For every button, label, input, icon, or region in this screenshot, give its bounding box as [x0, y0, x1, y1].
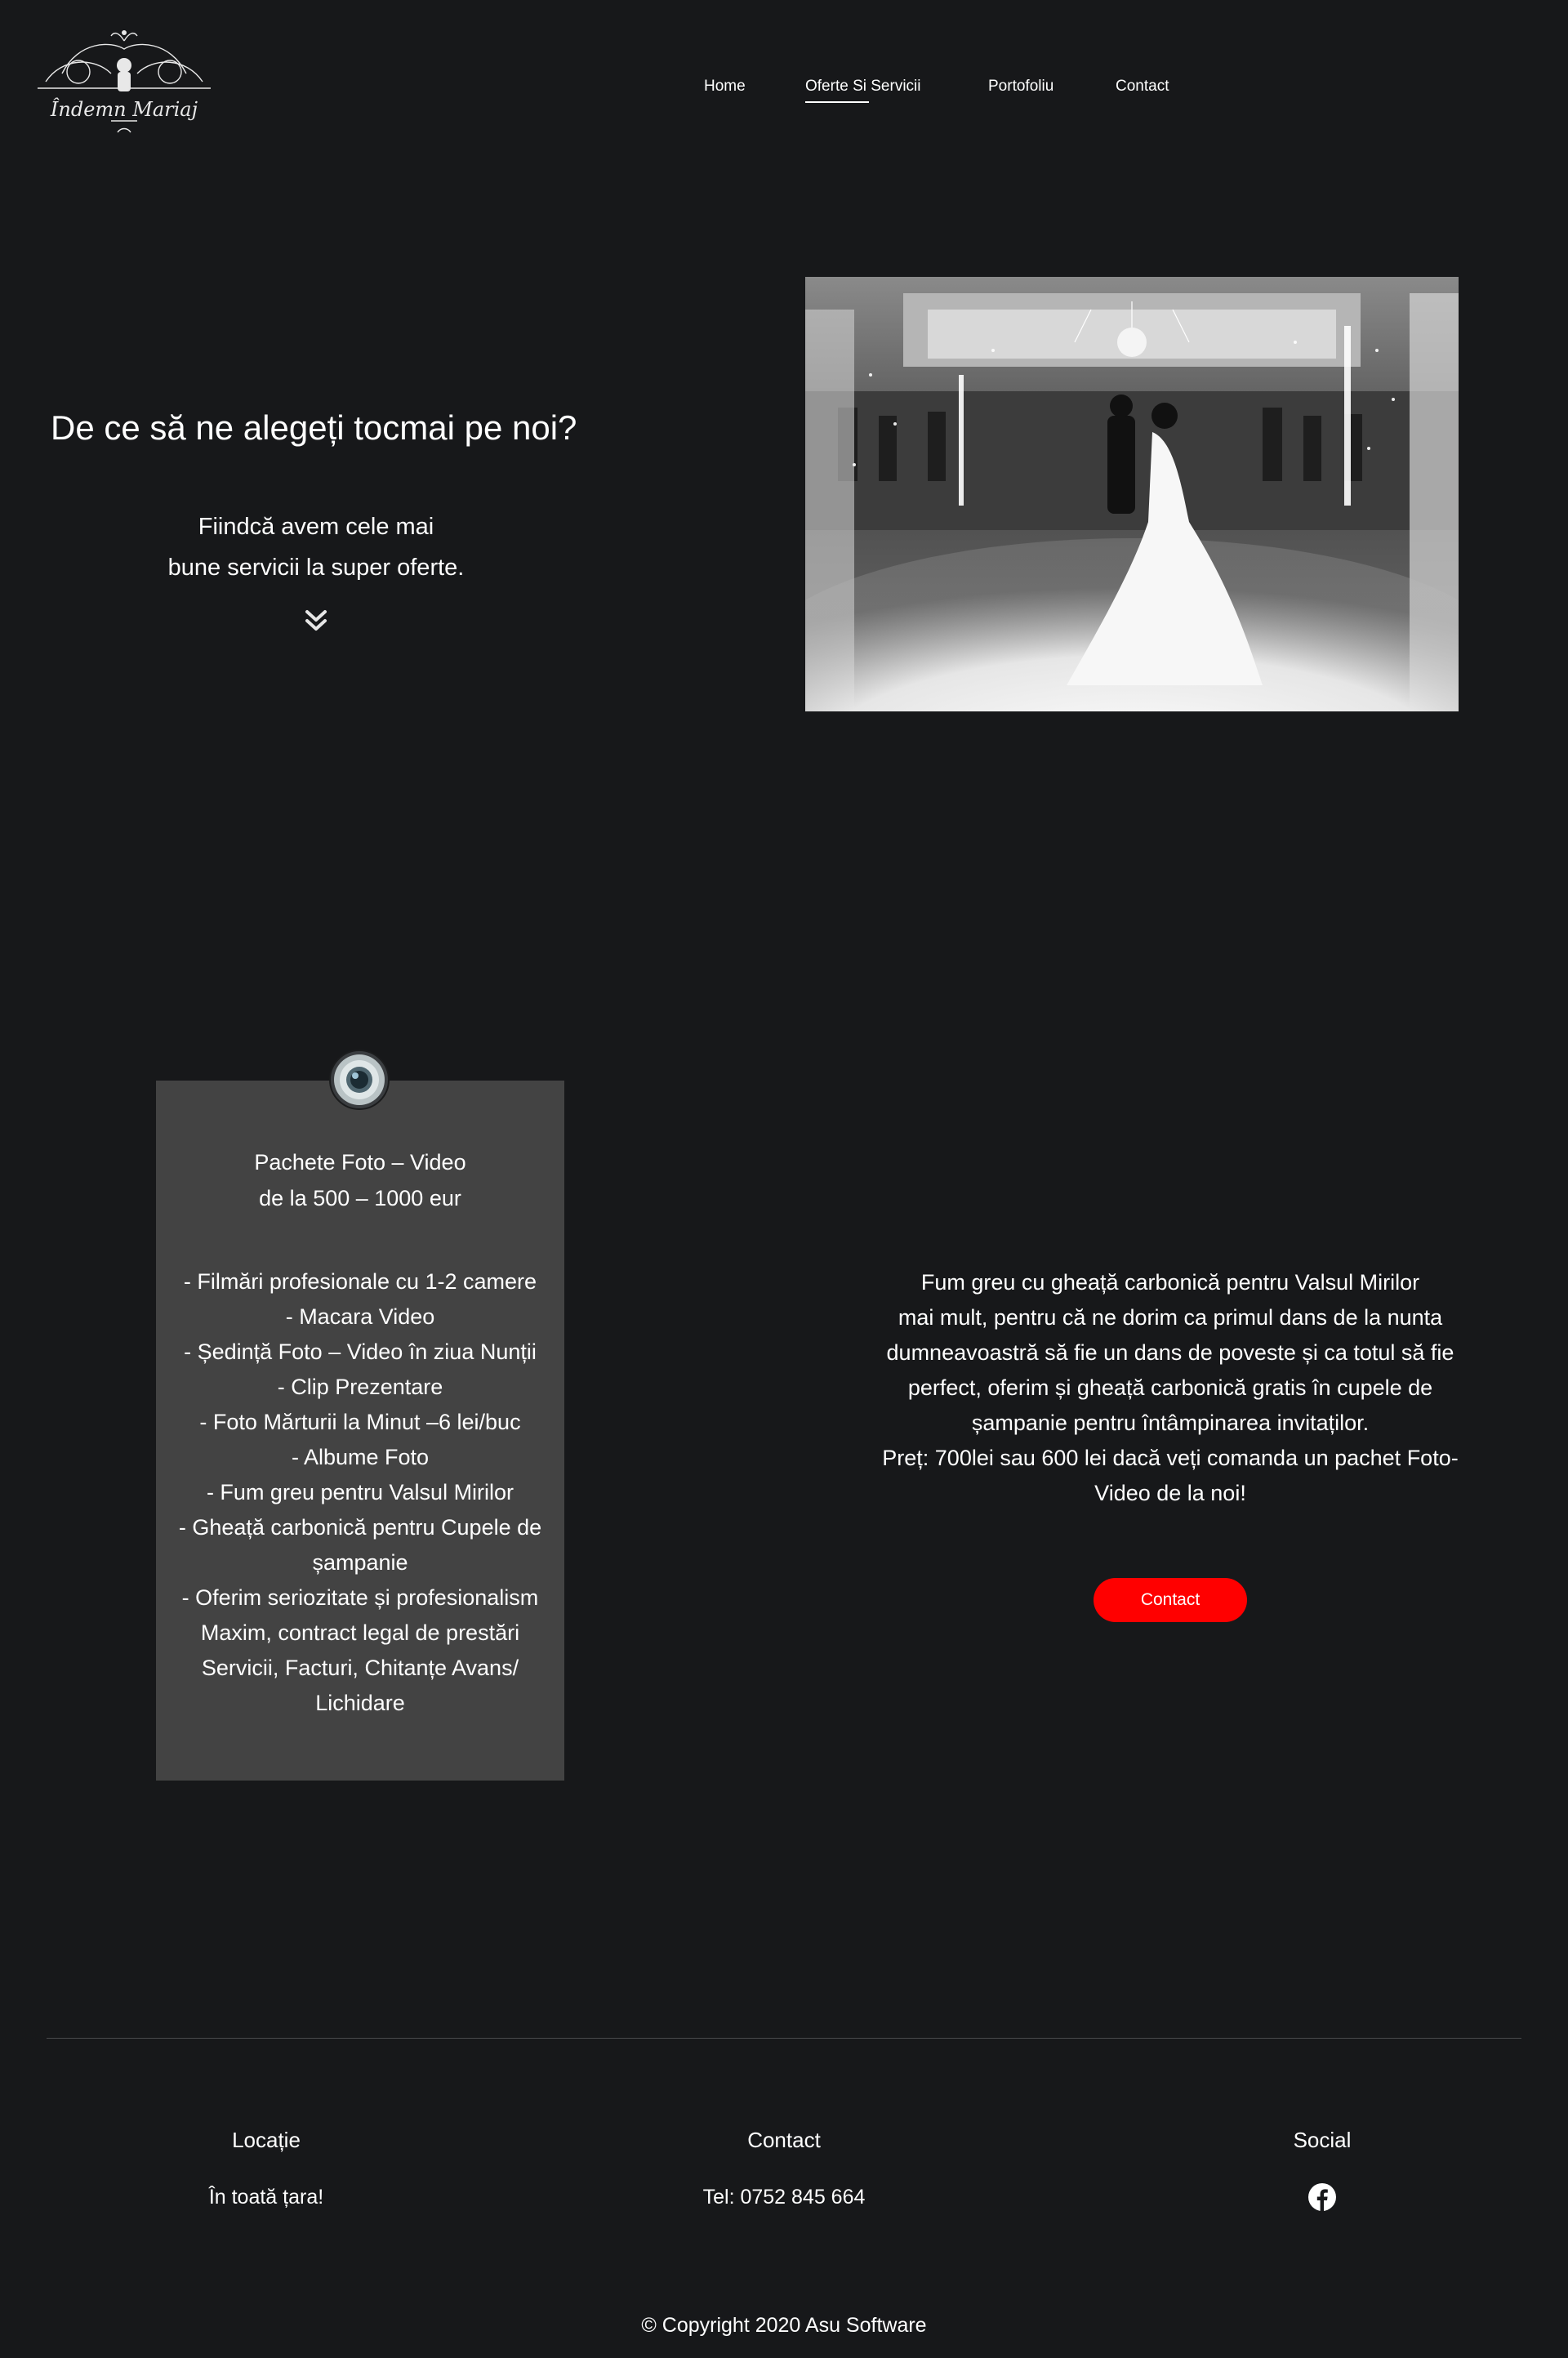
smoke-heading: Fum greu cu gheață carbonică pentru Vals…	[920, 1270, 1420, 1295]
facebook-icon[interactable]	[1307, 2182, 1337, 2212]
footer-location-title: Locație	[232, 2128, 301, 2152]
package-features: - Filmări profesionale cu 1-2 camere - M…	[172, 1264, 548, 1721]
footer-social: Social	[1159, 2128, 1486, 2216]
nav-portfolio[interactable]: Portofoliu	[988, 78, 1054, 96]
logo-wordmark: Îndemn Mariaj	[50, 97, 198, 121]
site-logo[interactable]: Îndemn Mariaj	[29, 25, 219, 147]
package-title-line1: Pachete Foto – Video	[254, 1150, 466, 1175]
site-header: Îndemn Mariaj Home Oferte Si Servicii Po…	[0, 0, 1568, 180]
footer-divider	[47, 2038, 1521, 2039]
footer-contact-title: Contact	[747, 2128, 821, 2152]
list-item: - Oferim seriozitate și profesionalism M…	[181, 1585, 539, 1715]
hero-title: De ce să ne alegeți tocmai pe noi?	[51, 408, 577, 447]
hero-subtitle-line1: Fiindcă avem cele mai	[198, 514, 434, 540]
package-price: de la 500 – 1000 eur	[259, 1186, 461, 1210]
list-item: - Macara Video	[285, 1304, 435, 1329]
list-item: - Ședință Foto – Video în ziua Nunții	[184, 1339, 537, 1364]
copyright: © Copyright 2020 Asu Software	[641, 2314, 927, 2337]
wedding-dance-photo	[805, 277, 1459, 711]
package-title: Pachete Foto – Video de la 500 – 1000 eu…	[156, 1144, 564, 1216]
footer-location-value: În toată țara!	[208, 2186, 324, 2209]
footer-location: Locație În toată țara!	[103, 2128, 430, 2209]
nav-home[interactable]: Home	[704, 78, 746, 96]
smoke-service-text: Fum greu cu gheață carbonică pentru Vals…	[871, 1265, 1470, 1511]
nav-offers[interactable]: Oferte Si Servicii	[805, 78, 920, 103]
list-item: - Fum greu pentru Valsul Mirilor	[206, 1480, 514, 1504]
hero-subtitle: Fiindcă avem cele mai bune servicii la s…	[122, 506, 510, 588]
list-item: - Gheață carbonică pentru Cupele de șamp…	[178, 1515, 542, 1575]
contact-button[interactable]: Contact	[1094, 1578, 1247, 1622]
package-card: Pachete Foto – Video de la 500 – 1000 eu…	[156, 1081, 564, 1781]
list-item: - Filmări profesionale cu 1-2 camere	[183, 1269, 537, 1294]
smoke-price: Preț: 700lei sau 600 lei dacă veți coman…	[882, 1446, 1459, 1505]
smoke-description: mai mult, pentru că ne dorim ca primul d…	[886, 1305, 1454, 1435]
list-item: - Albume Foto	[291, 1445, 430, 1469]
hero-subtitle-line2: bune servicii la super oferte.	[167, 555, 465, 581]
footer-social-title: Social	[1293, 2128, 1352, 2152]
list-item: - Foto Mărturii la Minut –6 lei/buc	[199, 1410, 521, 1434]
list-item: - Clip Prezentare	[277, 1375, 443, 1399]
footer-contact: Contact Tel: 0752 845 664	[621, 2128, 947, 2209]
nav-contact[interactable]: Contact	[1116, 78, 1169, 96]
camera-lens-icon	[329, 1050, 390, 1110]
footer-phone[interactable]: Tel: 0752 845 664	[621, 2186, 947, 2209]
chevron-double-down-icon[interactable]	[304, 608, 328, 633]
